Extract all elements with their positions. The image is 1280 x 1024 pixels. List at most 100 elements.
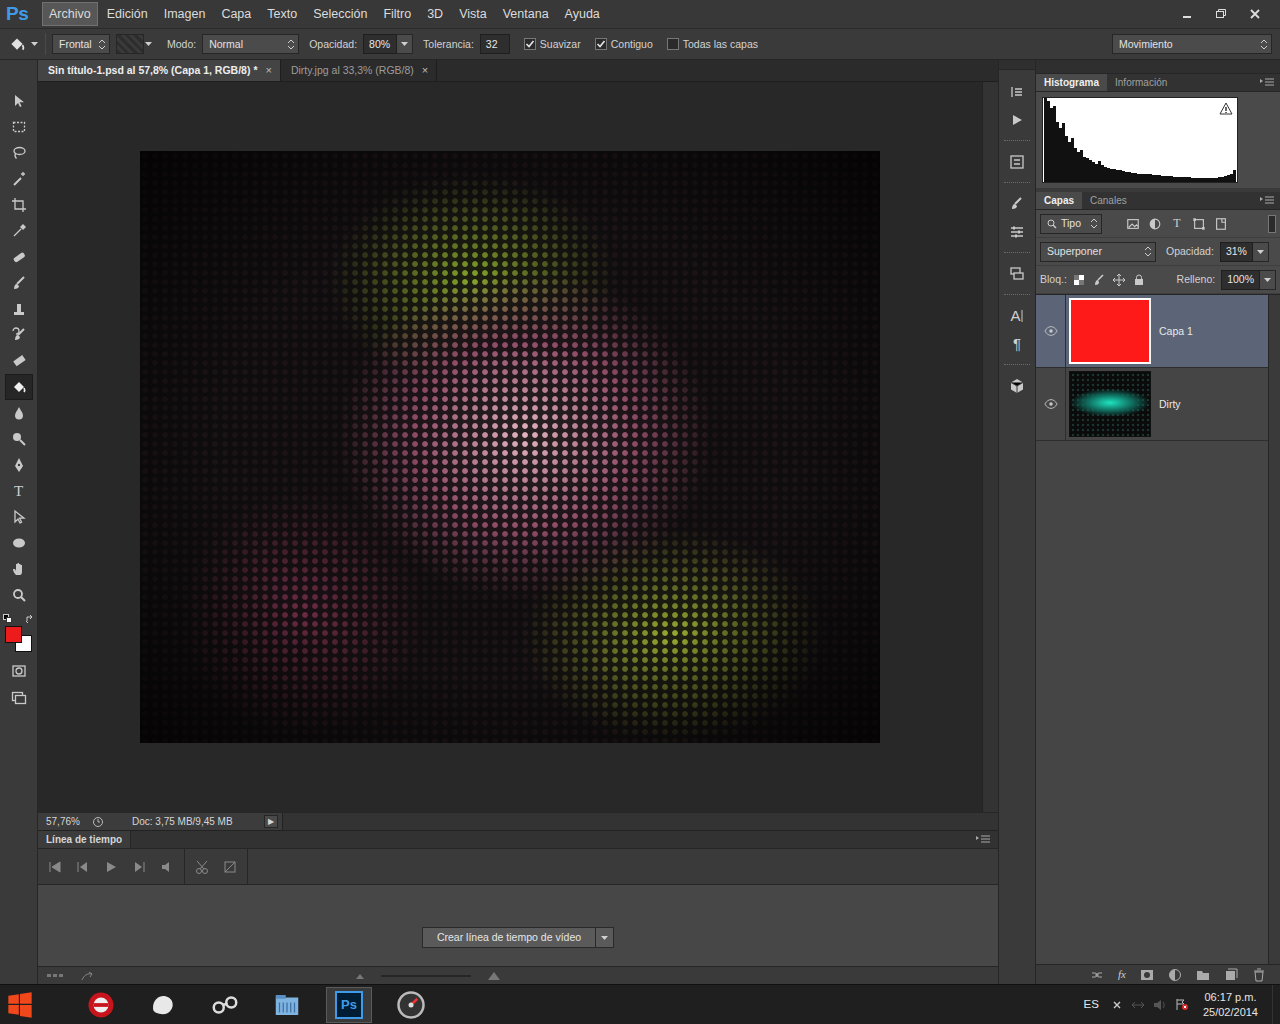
tool-button[interactable] [5,684,33,710]
canvas-image[interactable] [140,151,880,743]
add-mask-icon[interactable] [1140,968,1154,982]
layers-tab[interactable]: Capas [1036,192,1082,209]
checkbox[interactable] [595,38,607,50]
close-tab-button[interactable]: × [265,64,271,77]
visibility-toggle[interactable] [1036,295,1066,367]
timeline-tab[interactable]: Línea de tiempo [38,831,131,848]
layer-row[interactable]: Capa 1 [1036,295,1268,368]
taskbar-app[interactable] [194,985,256,1024]
link-layers-icon[interactable] [1090,968,1104,982]
frame-mode-icon[interactable] [46,971,64,980]
panel-button[interactable] [1002,372,1032,400]
filter-button[interactable]: T [1168,215,1186,233]
delete-layer-icon[interactable] [1252,968,1266,982]
close-tab-button[interactable]: × [422,64,428,77]
layer-thumbnail[interactable] [1069,298,1151,364]
tool-button[interactable] [5,556,33,582]
menu-item[interactable]: Capa [214,2,258,26]
close-window-icon[interactable] [1238,4,1272,24]
histogram-tab[interactable]: Información [1107,74,1175,91]
mode-select[interactable]: Normal [202,34,299,54]
network-icon[interactable] [1131,999,1145,1011]
menu-item[interactable]: Selección [306,2,374,26]
input-language[interactable]: ES [1076,998,1107,1012]
layer-style-button[interactable]: fx [1118,968,1126,981]
option-checkbox[interactable]: Suavizar [524,38,581,51]
app-logo[interactable]: Ps [6,3,42,26]
pattern-picker[interactable] [116,34,153,54]
timeline-zoom-slider[interactable] [381,972,471,980]
opacity-field[interactable]: 80% [363,34,397,54]
panel-menu-icon[interactable] [976,835,990,845]
layer-name[interactable]: Capa 1 [1159,325,1193,338]
panel-menu-icon[interactable] [1260,74,1274,91]
audio-icon[interactable] [160,860,174,874]
start-button[interactable] [0,985,40,1024]
menu-item[interactable]: Vista [452,2,494,26]
tool-button[interactable] [5,426,33,452]
create-video-timeline-button[interactable]: Crear línea de tiempo de vídeo [422,927,596,948]
panel-button[interactable] [1002,106,1032,134]
lock-all-icon[interactable] [1133,274,1145,286]
dropdown-button[interactable] [1260,270,1276,290]
layer-filter-select[interactable]: Tipo [1040,214,1102,234]
taskbar-app[interactable] [380,985,442,1024]
layer-list-scrollbar[interactable] [1268,295,1280,964]
panel-button[interactable] [1002,78,1032,106]
filter-toggle[interactable] [1268,215,1276,233]
menu-item[interactable]: Texto [260,2,304,26]
tool-button[interactable] [5,166,33,192]
lock-position-icon[interactable] [1113,274,1125,286]
new-layer-icon[interactable] [1224,968,1238,982]
layer-thumbnail[interactable] [1069,371,1151,437]
first-frame-icon[interactable] [48,860,62,874]
menu-item[interactable]: Imagen [157,2,213,26]
panel-button[interactable]: A [1002,302,1032,330]
dropdown-button[interactable] [1253,242,1269,262]
panel-button[interactable] [1002,190,1032,218]
panel-button[interactable] [1002,148,1032,176]
filter-button[interactable] [1146,215,1164,233]
zoom-in-icon[interactable] [487,971,501,981]
volume-icon[interactable] [1153,999,1167,1011]
vertical-scrollbar[interactable] [982,82,998,812]
action-center-icon[interactable] [1175,998,1189,1011]
adjustment-layer-icon[interactable] [1168,968,1182,982]
panel-button[interactable] [1002,218,1032,246]
blend-mode-select[interactable]: Superponer [1040,242,1156,262]
next-frame-icon[interactable] [132,860,146,874]
foreground-color[interactable] [5,626,22,643]
menu-item[interactable]: Ventana [496,2,556,26]
taskbar-app[interactable] [70,985,132,1024]
workspace-select[interactable]: Movimiento [1112,34,1272,54]
menu-item[interactable]: Edición [100,2,155,26]
tool-button[interactable] [5,140,33,166]
option-checkbox[interactable]: Todas las capas [667,38,758,51]
layer-row[interactable]: Dirty [1036,368,1268,441]
tool-button[interactable] [5,296,33,322]
filter-button[interactable] [1190,215,1208,233]
tool-button[interactable] [5,400,33,426]
tool-button[interactable] [5,88,33,114]
document-tab[interactable]: Sin título-1.psd al 57,8% (Capa 1, RGB/8… [38,60,281,81]
swap-colors-icon[interactable] [25,614,35,624]
default-colors-icon[interactable] [3,614,12,623]
status-menu-button[interactable]: ▶ [264,815,278,829]
menu-item[interactable]: Ayuda [558,2,607,26]
visibility-toggle[interactable] [1036,368,1066,440]
previous-frame-icon[interactable] [76,860,90,874]
tolerance-field[interactable]: 32 [480,34,510,54]
pattern-swatch[interactable] [116,34,144,54]
menu-item[interactable]: Filtro [376,2,418,26]
clock[interactable]: 06:17 p.m.25/02/2014 [1193,990,1272,1020]
layer-opacity-field[interactable]: 31% [1220,242,1253,262]
play-icon[interactable] [104,860,118,874]
taskbar-app[interactable] [132,985,194,1024]
warning-icon[interactable] [1219,102,1233,115]
option-checkbox[interactable]: Contiguo [595,38,653,51]
transition-icon[interactable] [223,860,237,874]
filter-button[interactable] [1124,215,1142,233]
layer-fill-field[interactable]: 100% [1221,270,1260,290]
tool-button[interactable] [5,218,33,244]
minimize-icon[interactable] [1170,4,1204,24]
